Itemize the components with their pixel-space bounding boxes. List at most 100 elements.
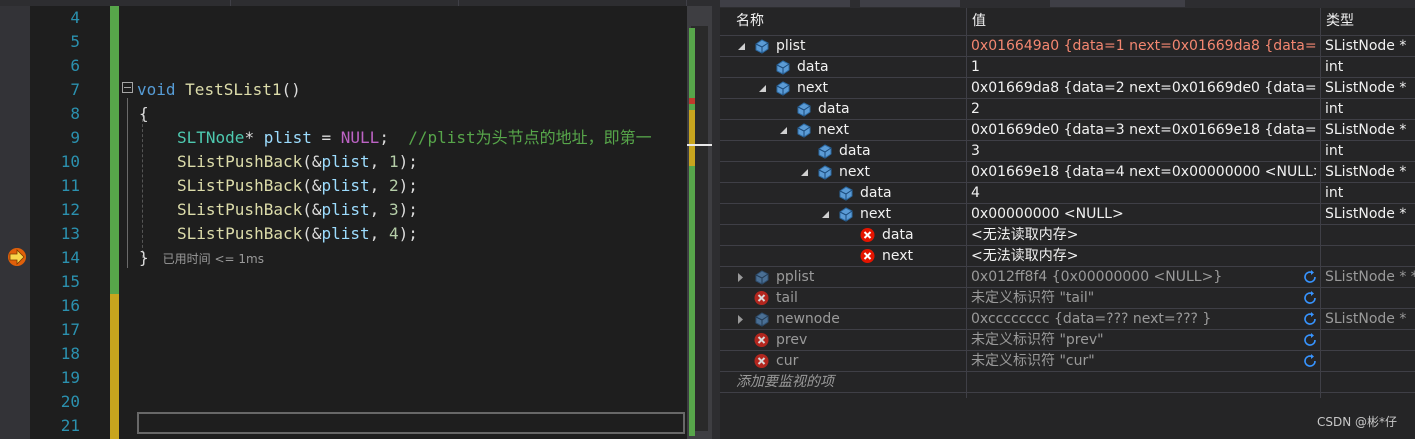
scroll-position-line [687,144,712,146]
watch-value[interactable]: 2 [971,99,1316,119]
watch-row-next[interactable]: next 0x00000000 <NULL> SListNode * [720,204,1415,225]
watch-row-newnode[interactable]: newnode 0xcccccccc {data=??? next=??? } … [720,309,1415,330]
code-line-12[interactable]: SListPushBack(&plist, 3); [177,198,418,222]
watch-row-prev[interactable]: prev 未定义标识符 "prev" [720,330,1415,351]
function-name: SListPushBack [177,152,303,171]
line-number: 18 [60,344,80,363]
watch-value[interactable]: 0x01669da8 {data=2 next=0x01669de0 {data… [971,78,1316,98]
macro: NULL [340,128,380,147]
expanded-arrow-icon[interactable] [779,126,788,135]
watch-row-data[interactable]: data 3 int [720,141,1415,162]
add-watch-row[interactable]: 添加要监视的项 [720,372,1415,393]
watch-row-next[interactable]: next 0x01669e18 {data=4 next=0x00000000 … [720,162,1415,183]
variable-icon [755,270,769,285]
watch-type [1325,330,1415,350]
variable-icon [755,312,769,327]
expanded-arrow-icon[interactable] [821,210,830,219]
watch-tab-strip[interactable] [720,0,1415,8]
indicator-margin[interactable] [0,6,30,439]
code-line-7[interactable]: void TestSList1() [137,78,301,102]
field-icon [818,144,832,159]
watch-row-data[interactable]: data 2 int [720,99,1415,120]
line-number: 11 [60,176,80,195]
watch-tab[interactable] [1050,0,1185,7]
pane-splitter[interactable] [712,0,720,439]
field-icon [839,186,853,201]
code-text: ); [398,200,418,219]
column-header-name[interactable]: 名称 [736,8,764,35]
column-header-value[interactable]: 值 [972,8,986,35]
code-line-10[interactable]: SListPushBack(&plist, 1); [177,150,418,174]
line-number: 6 [70,56,80,75]
code-line-14[interactable]: } 已用时间 <= 1ms [139,246,264,270]
expanded-arrow-icon[interactable] [758,84,767,93]
add-watch-placeholder[interactable]: 添加要监视的项 [736,372,834,392]
line-number: 19 [60,368,80,387]
collapsed-arrow-icon[interactable] [737,315,743,324]
watch-value[interactable]: 未定义标识符 "prev" [971,330,1316,350]
watch-value[interactable]: 0x01669e18 {data=4 next=0x00000000 <NULL… [971,162,1316,182]
refresh-icon[interactable] [1302,353,1318,369]
watch-row-data[interactable]: data 1 int [720,57,1415,78]
watch-row-next[interactable]: next 0x01669de0 {data=3 next=0x01669e18 … [720,120,1415,141]
watch-row-plist[interactable]: plist 0x016649a0 {data=1 next=0x01669da8… [720,36,1415,57]
code-area[interactable]: void TestSList1() { SLTNode* plist = NUL… [119,6,687,439]
code-editor[interactable]: 4 5 6 7 8 9 10 11 12 13 14 15 16 17 18 1… [0,0,712,439]
code-text: () [281,80,301,99]
expanded-arrow-icon[interactable] [737,42,746,51]
watch-window[interactable]: 名称 值 类型 plist 0x016649a0 {data=1 next=0x… [720,0,1415,439]
collapsed-arrow-icon[interactable] [737,273,743,282]
collapse-toggle-icon[interactable] [122,82,133,93]
refresh-icon[interactable] [1302,290,1318,306]
watch-value[interactable]: 0x01669de0 {data=3 next=0x01669e18 {data… [971,120,1316,140]
watch-value[interactable]: 未定义标识符 "cur" [971,351,1316,371]
field-icon [818,165,832,180]
watch-value[interactable]: <无法读取内存> [971,246,1316,266]
line-number: 5 [70,32,80,51]
watch-type [1325,225,1415,245]
function-name: SListPushBack [177,224,303,243]
watch-row-next[interactable]: next 0x01669da8 {data=2 next=0x01669de0 … [720,78,1415,99]
error-icon [754,291,769,305]
field-icon [776,81,790,96]
watch-row-tail[interactable]: tail 未定义标识符 "tail" [720,288,1415,309]
watch-type: SListNode * [1325,206,1407,222]
variable-icon [755,39,769,54]
watch-name: next [860,206,892,222]
watch-row-cur[interactable]: cur 未定义标识符 "cur" [720,351,1415,372]
code-text: ; [379,128,409,147]
watch-name: next [882,248,914,264]
watch-tab[interactable] [860,0,960,7]
code-line-8[interactable]: { [139,102,149,126]
watch-value[interactable]: 0x00000000 <NULL> [971,204,1316,224]
refresh-icon[interactable] [1302,311,1318,327]
code-text: (& [302,176,322,195]
watch-value[interactable]: 4 [971,183,1316,203]
code-line-9[interactable]: SLTNode* plist = NULL; //plist为头节点的地址，即第… [177,126,652,150]
watch-row-next[interactable]: next <无法读取内存> [720,246,1415,267]
watch-value[interactable]: 未定义标识符 "tail" [971,288,1316,308]
watch-value[interactable]: 0x012ff8f4 {0x00000000 <NULL>} [971,267,1316,287]
elapsed-time-hint[interactable]: 已用时间 <= 1ms [163,252,264,266]
error-icon [754,354,769,368]
watch-value[interactable]: 0xcccccccc {data=??? next=??? } [971,309,1316,329]
variable: plist [321,176,370,195]
watch-value[interactable]: 1 [971,57,1316,77]
watch-value[interactable]: <无法读取内存> [971,225,1316,245]
watch-row-pplist[interactable]: pplist 0x012ff8f4 {0x00000000 <NULL>} SL… [720,267,1415,288]
code-line-11[interactable]: SListPushBack(&plist, 2); [177,174,418,198]
refresh-icon[interactable] [1302,332,1318,348]
watch-value[interactable]: 0x016649a0 {data=1 next=0x01669da8 {data… [971,36,1316,56]
indent-guide [142,114,143,258]
watch-value[interactable]: 3 [971,141,1316,161]
watch-row-data[interactable]: data 4 int [720,183,1415,204]
refresh-icon[interactable] [1302,269,1318,285]
code-line-13[interactable]: SListPushBack(&plist, 4); [177,222,418,246]
watch-row-data[interactable]: data <无法读取内存> [720,225,1415,246]
column-header-type[interactable]: 类型 [1326,8,1354,35]
editor-horizontal-scrollbar[interactable] [137,412,685,434]
expanded-arrow-icon[interactable] [800,168,809,177]
watch-header: 名称 值 类型 [720,8,1415,36]
watch-tab[interactable] [720,0,850,7]
editor-vertical-scrollbar[interactable] [687,6,712,439]
